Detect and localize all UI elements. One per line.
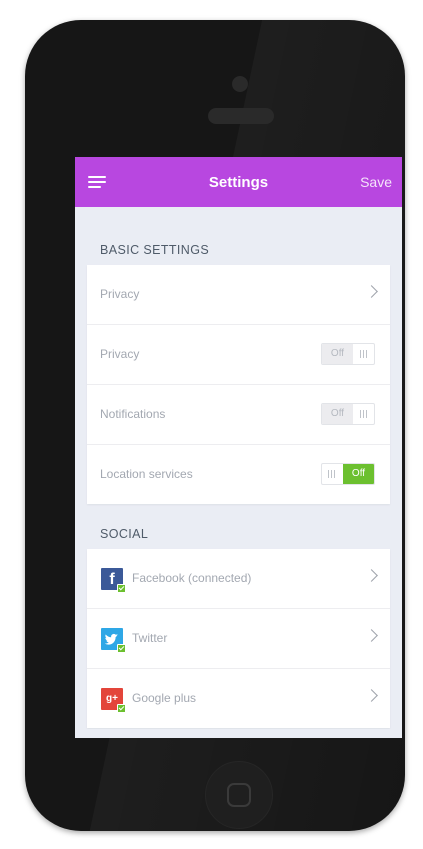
- earpiece-speaker: [208, 108, 274, 124]
- location-services-toggle[interactable]: Off: [321, 463, 375, 485]
- notifications-toggle[interactable]: Off: [321, 403, 375, 425]
- section-title-social: SOCIAL: [100, 527, 149, 541]
- social-card: f Facebook (connected) Twitter g+ Google…: [87, 549, 390, 728]
- social-row-facebook[interactable]: f Facebook (connected): [87, 549, 390, 609]
- chevron-right-icon: [365, 285, 378, 298]
- front-camera: [232, 76, 248, 92]
- row-label: Location services: [100, 467, 193, 481]
- privacy-toggle[interactable]: Off: [321, 343, 375, 365]
- toggle-state-label: Off: [322, 344, 353, 364]
- app-header: Settings Save: [75, 157, 402, 207]
- toggle-state-label: Off: [343, 464, 374, 484]
- social-row-google-plus[interactable]: g+ Google plus: [87, 669, 390, 728]
- basic-settings-card: Privacy Privacy Off Notifications Off Lo…: [87, 265, 390, 504]
- screen-bottom-edge: [75, 729, 402, 738]
- row-label: Notifications: [100, 407, 166, 421]
- save-button[interactable]: Save: [360, 174, 392, 190]
- settings-row-privacy-toggle: Privacy Off: [87, 325, 390, 385]
- settings-row-privacy-link[interactable]: Privacy: [87, 265, 390, 325]
- twitter-icon: [101, 628, 126, 653]
- settings-row-location-services: Location services Off: [87, 445, 390, 504]
- toggle-grip-icon: [352, 344, 374, 364]
- home-square-icon: [227, 783, 251, 807]
- page-title: Settings: [208, 174, 269, 191]
- facebook-icon: f: [101, 568, 126, 593]
- chevron-right-icon: [365, 569, 378, 582]
- connected-check-icon: [117, 704, 126, 713]
- toggle-state-label: Off: [322, 404, 353, 424]
- row-label: Twitter: [132, 631, 168, 645]
- row-label: Facebook (connected): [132, 571, 252, 585]
- section-title-basic-settings: BASIC SETTINGS: [100, 243, 210, 257]
- toggle-grip-icon: [322, 464, 344, 484]
- home-button[interactable]: [205, 761, 273, 829]
- connected-check-icon: [117, 644, 126, 653]
- connected-check-icon: [117, 584, 126, 593]
- app-screen: Settings Save BASIC SETTINGS Privacy Pri…: [75, 157, 402, 738]
- chevron-right-icon: [365, 629, 378, 642]
- social-row-twitter[interactable]: Twitter: [87, 609, 390, 669]
- row-label: Google plus: [132, 691, 197, 705]
- google-plus-icon: g+: [101, 688, 126, 713]
- row-label: Privacy: [100, 347, 140, 361]
- chevron-right-icon: [365, 689, 378, 702]
- row-label: Privacy: [100, 287, 140, 301]
- phone-frame: Settings Save BASIC SETTINGS Privacy Pri…: [25, 20, 405, 831]
- toggle-grip-icon: [352, 404, 374, 424]
- settings-row-notifications: Notifications Off: [87, 385, 390, 445]
